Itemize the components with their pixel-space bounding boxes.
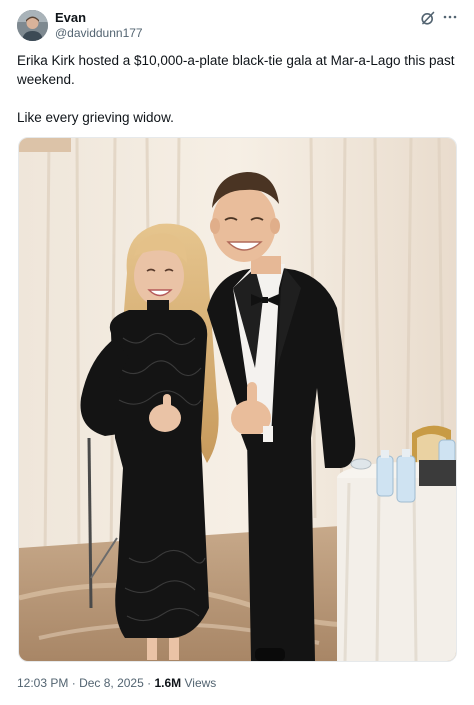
meta-separator-2: · <box>147 676 152 690</box>
grok-button[interactable] <box>418 9 436 27</box>
author-avatar[interactable] <box>17 10 48 41</box>
photo-image <box>19 138 456 661</box>
tweet-meta: 12:03 PM · Dec 8, 2025 · 1.6M Views <box>17 676 216 691</box>
tweet-text: Erika Kirk hosted a $10,000-a-plate blac… <box>17 51 457 127</box>
more-horizontal-icon <box>443 15 457 19</box>
tweet-text-line-2: Like every grieving widow. <box>17 110 174 125</box>
avatar-photo-icon <box>17 10 48 41</box>
author-handle[interactable]: @daviddunn177 <box>55 26 143 41</box>
views-count: 1.6M <box>154 676 182 690</box>
tweet-timestamp[interactable]: 12:03 PM · Dec 8, 2025 <box>17 676 144 690</box>
author-display-name[interactable]: Evan <box>55 10 86 26</box>
grok-icon <box>420 11 434 25</box>
tweet-time: 12:03 PM <box>17 676 69 690</box>
more-options-button[interactable] <box>440 8 460 26</box>
tweet-photo[interactable] <box>18 137 457 662</box>
tweet-date: Dec 8, 2025 <box>79 676 144 690</box>
views-label: Views <box>184 676 217 690</box>
tweet-text-line-1: Erika Kirk hosted a $10,000-a-plate blac… <box>17 53 455 87</box>
meta-separator: · <box>71 676 76 690</box>
tweet-card: Evan @daviddunn177 Erika Kirk hosted a $… <box>0 0 474 705</box>
